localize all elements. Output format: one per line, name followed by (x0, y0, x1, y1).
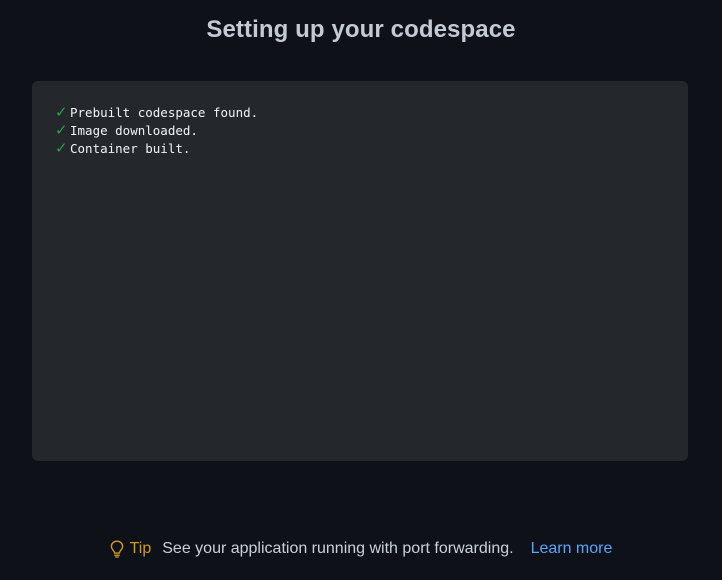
log-line-text: Container built. (70, 140, 191, 156)
check-icon: ✓ (55, 139, 68, 157)
learn-more-link[interactable]: Learn more (531, 540, 613, 558)
log-line: ✓ Image downloaded. (55, 121, 688, 139)
log-line: ✓ Prebuilt codespace found. (55, 103, 688, 121)
log-line-text: Prebuilt codespace found. (70, 104, 259, 120)
check-icon: ✓ (55, 121, 68, 139)
page-title: Setting up your codespace (206, 16, 516, 43)
log-line-text: Image downloaded. (70, 122, 198, 138)
check-icon: ✓ (55, 103, 68, 121)
tip-label: Tip (129, 540, 152, 557)
tip-text: See your application running with port f… (162, 540, 514, 557)
log-line: ✓ Container built. (55, 139, 688, 157)
tip-bar: Tip See your application running with po… (0, 537, 722, 561)
setup-log-panel: ✓ Prebuilt codespace found. ✓ Image downlo… (32, 81, 688, 461)
lightbulb-icon (110, 540, 124, 558)
